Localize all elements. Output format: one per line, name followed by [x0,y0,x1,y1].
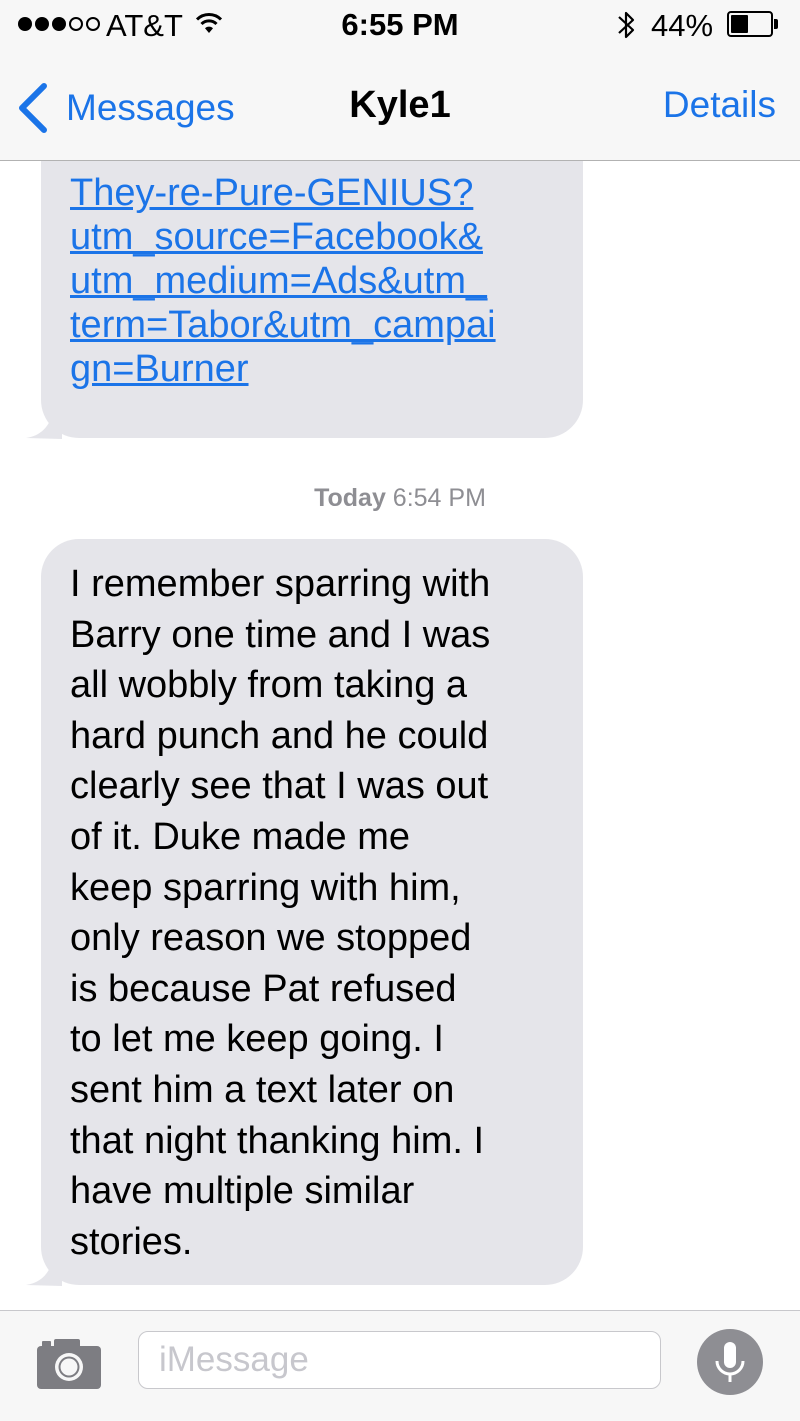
message-bubble-incoming[interactable]: I remember sparring with Barry one time … [41,539,583,1285]
message-line: that night thanking him. I [70,1119,485,1162]
message-link-line[interactable]: They-re-Pure-GENIUS? [70,171,563,215]
message-line: only reason we stopped [70,917,472,960]
message-line: keep sparring with him, [70,866,461,909]
message-link-line[interactable]: utm_medium=Ads&utm_ [70,259,563,303]
message-line: clearly see that I was out [70,765,489,808]
message-link-line[interactable]: gn=Burner [70,347,563,391]
battery-percent: 44% [651,8,714,43]
battery-level-fill [731,15,748,33]
bluetooth-icon [618,11,635,39]
bubble-tail [26,1258,62,1286]
timestamp-time: 6:54 PM [392,484,486,512]
message-line: Barry one time and I was [70,613,491,656]
battery-icon [727,11,773,37]
timestamp-day: Today [314,484,386,512]
message-line: hard punch and he could [70,714,489,757]
message-timestamp: Today 6:54 PM [0,483,800,513]
microphone-icon [715,1342,745,1382]
message-line: of it. Duke made me [70,815,411,858]
battery-nub [774,19,778,29]
camera-icon[interactable] [36,1336,102,1390]
message-thread[interactable]: They-re-Pure-GENIUS? utm_source=Facebook… [0,161,800,1310]
message-bubble-incoming[interactable]: They-re-Pure-GENIUS? utm_source=Facebook… [41,161,583,438]
details-button[interactable]: Details [663,82,776,128]
nav-bar: Messages Kyle1 Details [0,52,800,161]
message-link-line[interactable]: utm_source=Facebook& [70,215,563,259]
message-line: to let me keep going. I [70,1018,444,1061]
message-text: I remember sparring with Barry one time … [70,559,563,1267]
message-link-line[interactable]: term=Tabor&utm_campai [70,303,563,347]
message-line: is because Pat refused [70,967,457,1010]
message-input-bar [0,1310,800,1421]
imessage-input[interactable] [138,1331,661,1389]
message-line: all wobbly from taking a [70,664,468,707]
message-line: sent him a text later on [70,1068,455,1111]
message-line: have multiple similar [70,1170,415,1213]
message-line: I remember sparring with [70,563,491,605]
status-bar: AT&T 6:55 PM 44% [0,0,800,52]
message-line: stories. [70,1220,193,1263]
microphone-button[interactable] [697,1329,763,1395]
bubble-tail [26,411,62,439]
